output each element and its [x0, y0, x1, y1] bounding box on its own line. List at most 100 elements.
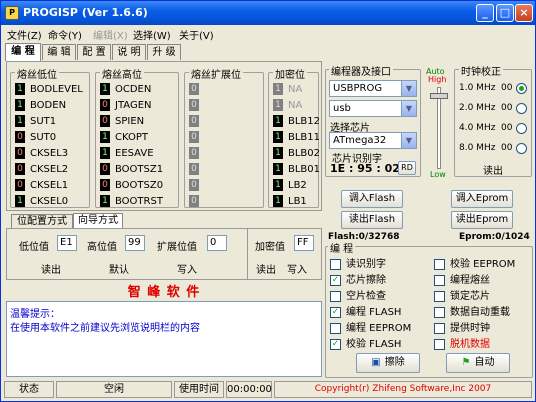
tab-config[interactable]: 配 置 — [77, 44, 111, 60]
clock-read-button[interactable]: 读出 — [483, 162, 503, 177]
maximize-button[interactable]: □ — [496, 4, 514, 22]
lock-row[interactable]: 1 NA — [273, 83, 302, 97]
lock-read-button[interactable]: 读出 — [256, 261, 276, 276]
bit-toggle[interactable]: 1 — [15, 195, 25, 207]
checkbox-box[interactable]: ✓ — [330, 338, 341, 350]
menu-command[interactable]: 命令(Y) — [48, 27, 82, 42]
clock-8mhz-radio[interactable] — [516, 143, 527, 154]
bit-toggle[interactable]: 0 — [189, 195, 199, 207]
fuse-low-row[interactable]: 0 CKSEL2 — [15, 163, 68, 177]
checkbox-box[interactable] — [434, 322, 445, 334]
bit-toggle[interactable]: 0 — [100, 99, 110, 111]
port-select[interactable]: usb ▼ — [329, 100, 417, 117]
bit-toggle[interactable]: 1 — [100, 131, 110, 143]
fuse-low-row[interactable]: 1 BODLEVEL — [15, 83, 83, 97]
tab-wizard[interactable]: 向导方式 — [73, 213, 123, 228]
bit-toggle[interactable]: 1 — [15, 99, 25, 111]
program-option-checkbox[interactable]: 读识别字 — [330, 255, 386, 270]
bit-toggle[interactable]: 0 — [15, 163, 25, 175]
bit-toggle[interactable]: 1 — [100, 195, 110, 207]
program-option-checkbox[interactable]: ✓ 芯片擦除 — [330, 271, 386, 286]
bit-toggle[interactable]: 0 — [100, 179, 110, 191]
close-button[interactable]: × — [515, 4, 533, 22]
program-option-checkbox[interactable]: 空片检查 — [330, 287, 386, 302]
fuse-high-row[interactable]: 1 CKOPT — [100, 131, 148, 145]
checkbox-box[interactable] — [434, 274, 445, 286]
read-eprom-button[interactable]: 读出Eprom — [451, 211, 513, 229]
bit-toggle[interactable]: 1 — [273, 163, 283, 175]
bit-toggle[interactable]: 1 — [100, 83, 110, 95]
fuse-high-row[interactable]: 1 OCDEN — [100, 83, 151, 97]
tab-edit[interactable]: 编 辑 — [42, 44, 76, 60]
program-option-checkbox[interactable]: ✓ 校验 FLASH — [330, 335, 401, 350]
fuse-ext-row[interactable]: 0 — [189, 131, 204, 145]
program-option-checkbox[interactable]: 脱机数据 — [434, 335, 490, 350]
checkbox-box[interactable] — [434, 258, 445, 270]
menu-select[interactable]: 选择(W) — [133, 27, 171, 42]
tab-help[interactable]: 说 明 — [112, 44, 146, 60]
fuse-ext-row[interactable]: 0 — [189, 163, 204, 177]
bit-toggle[interactable]: 0 — [189, 115, 199, 127]
bit-toggle[interactable]: 1 — [100, 147, 110, 159]
program-option-checkbox[interactable]: 提供时钟 — [434, 319, 490, 334]
bit-toggle[interactable]: 0 — [100, 115, 110, 127]
checkbox-box[interactable] — [434, 306, 445, 318]
bit-toggle[interactable]: 0 — [15, 179, 25, 191]
checkbox-box[interactable] — [330, 322, 341, 334]
checkbox-box[interactable] — [434, 338, 445, 350]
fuse-high-row[interactable]: 0 JTAGEN — [100, 99, 152, 113]
clock-4mhz-radio[interactable] — [516, 123, 527, 134]
clock-2mhz-radio[interactable] — [516, 103, 527, 114]
fuse-low-row[interactable]: 0 SUT0 — [15, 131, 56, 145]
read-signature-button[interactable]: RD — [398, 161, 416, 175]
tab-bit-config[interactable]: 位配置方式 — [11, 214, 73, 228]
fuse-low-row[interactable]: 0 CKSEL3 — [15, 147, 68, 161]
bit-toggle[interactable]: 1 — [273, 179, 283, 191]
fuse-high-row[interactable]: 0 BOOTSZ0 — [100, 179, 163, 193]
level-slider-thumb[interactable] — [430, 93, 448, 99]
fuse-ext-row[interactable]: 0 — [189, 83, 204, 97]
bit-toggle[interactable]: 1 — [273, 195, 283, 207]
tab-program[interactable]: 编 程 — [5, 43, 41, 61]
menu-about[interactable]: 关于(V) — [179, 27, 214, 42]
menu-file[interactable]: 文件(Z) — [7, 27, 42, 42]
fuse-default-button[interactable]: 默认 — [109, 261, 129, 276]
lock-row[interactable]: 1 BLB02 — [273, 147, 320, 161]
checkbox-box[interactable] — [330, 290, 341, 302]
bit-toggle[interactable]: 0 — [189, 147, 199, 159]
lock-row[interactable]: 1 NA — [273, 99, 302, 113]
fuse-high-row[interactable]: 0 BOOTSZ1 — [100, 163, 163, 177]
high-value-input[interactable]: 99 — [125, 235, 145, 251]
lock-write-button[interactable]: 写入 — [287, 261, 307, 276]
erase-button[interactable]: ▣ 擦除 — [356, 353, 420, 373]
bit-toggle[interactable]: 1 — [273, 99, 283, 111]
program-option-checkbox[interactable]: 锁定芯片 — [434, 287, 490, 302]
bit-toggle[interactable]: 0 — [189, 99, 199, 111]
bit-toggle[interactable]: 0 — [100, 163, 110, 175]
menu-edit[interactable]: 编辑(X) — [93, 27, 128, 42]
chip-select[interactable]: ATmega32 ▼ — [329, 132, 417, 149]
fuse-ext-row[interactable]: 0 — [189, 115, 204, 129]
bit-toggle[interactable]: 1 — [273, 131, 283, 143]
fuse-low-row[interactable]: 0 CKSEL1 — [15, 179, 68, 193]
checkbox-box[interactable]: ✓ — [330, 274, 341, 286]
fuse-ext-row[interactable]: 0 — [189, 179, 204, 193]
notice-box[interactable]: 温馨提示： 在使用本软件之前建议先浏览说明栏的内容 — [6, 301, 322, 377]
load-flash-button[interactable]: 调入Flash — [341, 190, 403, 208]
bit-toggle[interactable]: 1 — [273, 115, 283, 127]
checkbox-box[interactable]: ✓ — [330, 306, 341, 318]
load-eprom-button[interactable]: 调入Eprom — [451, 190, 513, 208]
program-option-checkbox[interactable]: 数据自动重载 — [434, 303, 510, 318]
fuse-read-button[interactable]: 读出 — [41, 261, 61, 276]
bit-toggle[interactable]: 0 — [15, 147, 25, 159]
tab-upgrade[interactable]: 升 级 — [147, 44, 181, 60]
checkbox-box[interactable] — [434, 290, 445, 302]
fuse-ext-row[interactable]: 0 — [189, 99, 204, 113]
bit-toggle[interactable]: 0 — [189, 179, 199, 191]
bit-toggle[interactable]: 1 — [273, 83, 283, 95]
checkbox-box[interactable] — [330, 258, 341, 270]
fuse-ext-row[interactable]: 0 — [189, 147, 204, 161]
minimize-button[interactable]: _ — [476, 4, 494, 22]
fuse-ext-row[interactable]: 0 — [189, 195, 204, 209]
low-value-input[interactable]: E1 — [57, 235, 77, 251]
